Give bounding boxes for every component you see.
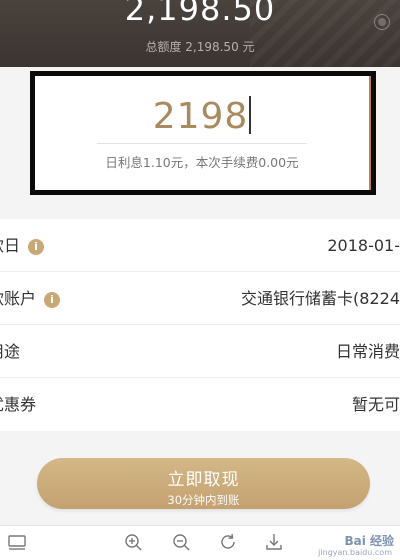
purpose-value: 日常消费 xyxy=(335,342,400,361)
rotate-icon[interactable] xyxy=(217,531,239,553)
detail-list: 款日i 2018-01- 款账户i 交通银行储蓄卡(8224 用途 日常消费 忧… xyxy=(0,219,400,431)
info-icon[interactable]: i xyxy=(44,292,61,308)
amount-input-value: 2198 xyxy=(152,96,249,137)
withdraw-subtitle: 30分钟内到账 xyxy=(167,493,240,507)
coupon-value: 暂无可 xyxy=(351,395,400,414)
withdraw-title: 立即取现 xyxy=(167,470,240,490)
row-repayment-date[interactable]: 款日i 2018-01- xyxy=(0,219,400,272)
withdraw-now-button[interactable]: 立即取现 30分钟内到账 xyxy=(37,458,370,509)
row-label: 款账户i xyxy=(0,272,61,325)
zoom-out-icon[interactable] xyxy=(170,531,192,553)
row-coupon[interactable]: 忧惠券 暂无可 xyxy=(0,378,400,431)
info-icon[interactable]: i xyxy=(28,239,45,255)
download-icon[interactable] xyxy=(263,531,285,553)
amount-input[interactable]: 2198 xyxy=(35,96,369,137)
row-label: 忧惠券 xyxy=(0,395,37,414)
zoom-in-icon[interactable] xyxy=(122,531,144,553)
row-label: 用途 xyxy=(0,342,21,361)
eye-icon[interactable] xyxy=(374,14,390,30)
watermark-url: jingyan.baidu.com xyxy=(318,548,392,557)
row-repayment-account[interactable]: 款账户i 交通银行储蓄卡(8224 xyxy=(0,272,400,325)
image-toolbar: Bai 经验 jingyan.baidu.com xyxy=(0,525,400,560)
layout-icon[interactable] xyxy=(6,531,28,553)
row-purpose[interactable]: 用途 日常消费 xyxy=(0,325,400,378)
header: 2,198.50 总额度 2,198.50 元 xyxy=(0,0,400,67)
repayment-account-value: 交通银行储蓄卡(8224 xyxy=(241,289,400,308)
text-cursor xyxy=(249,96,252,134)
divider xyxy=(97,143,307,144)
repayment-date-value: 2018-01- xyxy=(327,236,400,255)
row-label: 款日i xyxy=(0,219,45,272)
amount-card: 2198 日利息1.10元，本次手续费0.00元 xyxy=(30,71,376,195)
baidu-watermark: Bai 经验 xyxy=(344,534,394,548)
total-limit: 总额度 2,198.50 元 xyxy=(145,40,255,54)
available-amount: 2,198.50 xyxy=(124,0,276,28)
interest-hint: 日利息1.10元，本次手续费0.00元 xyxy=(105,155,299,170)
